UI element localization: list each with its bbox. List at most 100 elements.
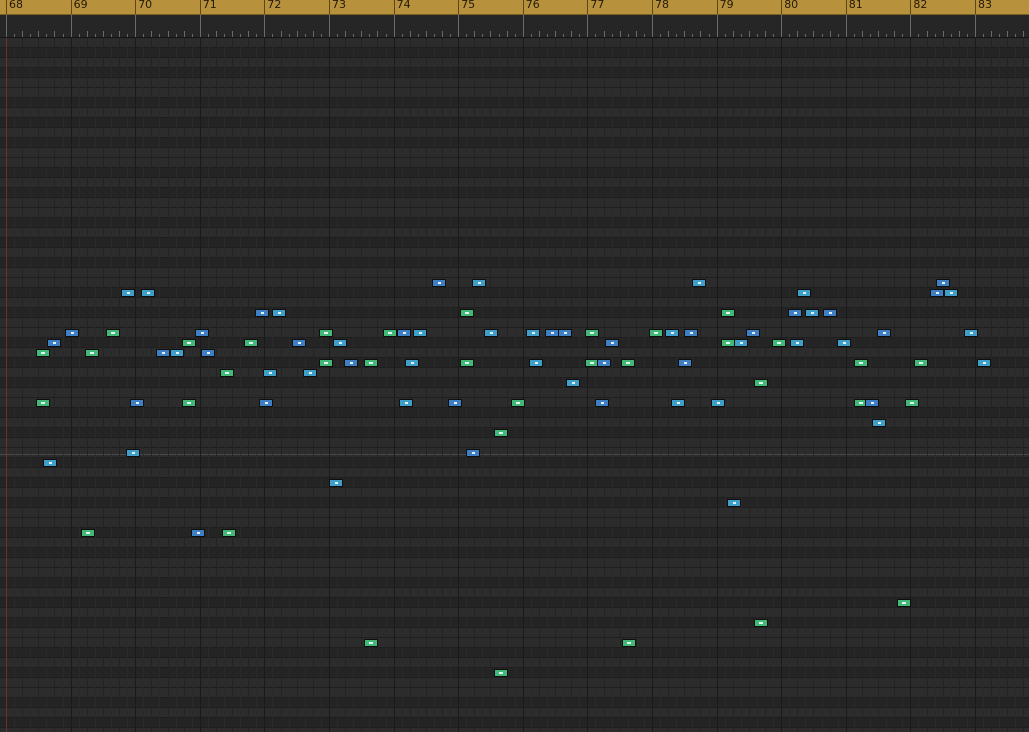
midi-note[interactable] [605,339,619,347]
midi-note[interactable] [182,399,196,407]
midi-note[interactable] [130,399,144,407]
midi-note[interactable] [622,639,636,647]
midi-note[interactable] [494,669,508,677]
midi-note[interactable] [195,329,209,337]
midi-note[interactable] [432,279,446,287]
note-grid[interactable] [0,38,1029,732]
midi-note[interactable] [244,339,258,347]
piano-roll-editor[interactable]: 68 69 70 71 72 73 74 75 76 77 78 79 80 81 82 83 [0,0,1029,732]
midi-note[interactable] [837,339,851,347]
midi-note[interactable] [364,359,378,367]
midi-note[interactable] [566,379,580,387]
midi-note[interactable] [558,329,572,337]
midi-note[interactable] [865,399,879,407]
midi-note[interactable] [460,309,474,317]
midi-note[interactable] [141,289,155,297]
midi-note[interactable] [448,399,462,407]
midi-note[interactable] [333,339,347,347]
midi-note[interactable] [854,359,868,367]
midi-note[interactable] [383,329,397,337]
midi-note[interactable] [754,619,768,627]
midi-note[interactable] [585,329,599,337]
midi-note[interactable] [754,379,768,387]
midi-note[interactable] [106,329,120,337]
midi-note[interactable] [621,359,635,367]
midi-note[interactable] [897,599,911,607]
midi-note[interactable] [191,529,205,537]
midi-note[interactable] [47,339,61,347]
midi-note[interactable] [595,399,609,407]
midi-note[interactable] [319,359,333,367]
midi-note[interactable] [65,329,79,337]
midi-note[interactable] [344,359,358,367]
midi-note[interactable] [721,309,735,317]
midi-note[interactable] [734,339,748,347]
midi-note[interactable] [259,399,273,407]
midi-note[interactable] [329,479,343,487]
midi-note[interactable] [823,309,837,317]
midi-note[interactable] [665,329,679,337]
midi-note[interactable] [36,349,50,357]
midi-note[interactable] [597,359,611,367]
midi-note[interactable] [472,279,486,287]
midi-note[interactable] [684,329,698,337]
midi-note[interactable] [805,309,819,317]
midi-note[interactable] [692,279,706,287]
midi-note[interactable] [511,399,525,407]
midi-note[interactable] [790,339,804,347]
midi-note[interactable] [649,329,663,337]
midi-note[interactable] [944,289,958,297]
midi-note[interactable] [201,349,215,357]
midi-note[interactable] [156,349,170,357]
midi-note[interactable] [484,329,498,337]
midi-note[interactable] [121,289,135,297]
midi-note[interactable] [746,329,760,337]
midi-note[interactable] [930,289,944,297]
midi-note[interactable] [671,399,685,407]
beat-ruler[interactable] [0,15,1029,38]
midi-note[interactable] [263,369,277,377]
midi-note[interactable] [36,399,50,407]
midi-note[interactable] [721,339,735,347]
midi-note[interactable] [797,289,811,297]
midi-note[interactable] [466,449,480,457]
midi-note[interactable] [772,339,786,347]
midi-note[interactable] [545,329,559,337]
midi-note[interactable] [529,359,543,367]
midi-note[interactable] [303,369,317,377]
midi-note[interactable] [182,339,196,347]
midi-note[interactable] [255,309,269,317]
midi-note[interactable] [319,329,333,337]
midi-note[interactable] [220,369,234,377]
midi-note[interactable] [126,449,140,457]
midi-note[interactable] [936,279,950,287]
midi-note[interactable] [85,349,99,357]
midi-note[interactable] [905,399,919,407]
midi-note[interactable] [413,329,427,337]
midi-note[interactable] [494,429,508,437]
bar-ruler[interactable]: 68 69 70 71 72 73 74 75 76 77 78 79 80 81 82 83 [0,0,1029,15]
midi-note[interactable] [292,339,306,347]
midi-note[interactable] [872,419,886,427]
midi-note[interactable] [788,309,802,317]
midi-note[interactable] [877,329,891,337]
midi-note[interactable] [399,399,413,407]
midi-note[interactable] [964,329,978,337]
midi-note[interactable] [727,499,741,507]
midi-note[interactable] [460,359,474,367]
midi-note[interactable] [170,349,184,357]
ruler-tick [369,34,370,37]
midi-note[interactable] [272,309,286,317]
midi-note[interactable] [526,329,540,337]
midi-note[interactable] [364,639,378,647]
midi-note[interactable] [678,359,692,367]
midi-note[interactable] [914,359,928,367]
midi-note[interactable] [397,329,411,337]
midi-note[interactable] [222,529,236,537]
midi-note[interactable] [405,359,419,367]
midi-note[interactable] [81,529,95,537]
midi-note[interactable] [711,399,725,407]
midi-note[interactable] [43,459,57,467]
midi-note[interactable] [977,359,991,367]
playhead[interactable] [6,38,7,732]
